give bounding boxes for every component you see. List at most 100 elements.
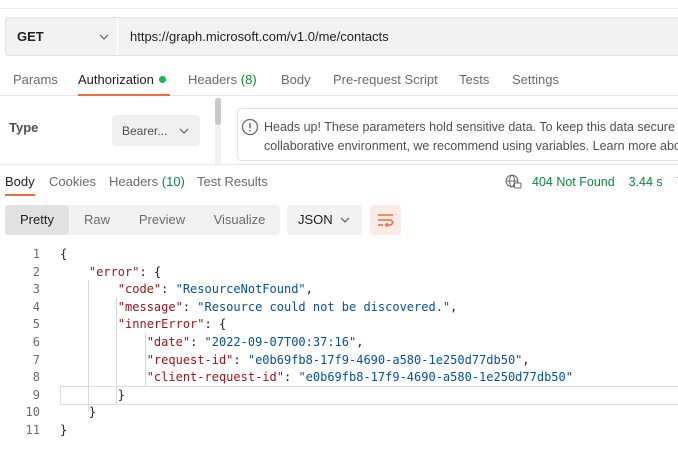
json-punctuation: {: [60, 247, 68, 261]
json-key: "message": [117, 299, 183, 314]
json-punctuation: :: [283, 370, 299, 385]
line-content: }: [60, 422, 67, 440]
tab-authorization[interactable]: Authorization: [78, 72, 166, 87]
wrap-lines-button[interactable]: [370, 205, 401, 235]
chevron-down-icon: [179, 128, 189, 134]
json-punctuation: ,: [522, 352, 530, 367]
json-string: "ResourceNotFound": [175, 282, 306, 297]
line-number: 6: [32, 335, 40, 349]
json-punctuation: :: [182, 299, 198, 314]
auth-type-value: Bearer...: [122, 123, 168, 138]
view-preview-button[interactable]: Preview: [125, 205, 199, 235]
tab-headers[interactable]: Headers (8): [188, 72, 257, 87]
line-content: "message": "Resource could not be discov…: [60, 299, 458, 317]
line-content: {: [60, 246, 67, 264]
active-tab-indicator: [78, 94, 170, 96]
tab-label: Body: [281, 72, 311, 87]
sensitive-data-notice: Heads up! These parameters hold sensitiv…: [237, 108, 678, 161]
tab-count: (8): [240, 72, 257, 87]
json-punctuation: [60, 300, 118, 314]
view-pretty-button[interactable]: Pretty: [5, 205, 69, 235]
request-bar: GET https://graph.microsoft.com/v1.0/me/…: [5, 17, 678, 56]
json-punctuation: ,: [356, 335, 364, 349]
json-punctuation: }: [60, 423, 68, 437]
json-key: "request-id": [146, 352, 234, 367]
tab-label: Test Results: [197, 174, 268, 189]
response-tab-test-results[interactable]: Test Results: [197, 174, 268, 189]
tab-body[interactable]: Body: [281, 72, 311, 87]
section-divider: [0, 164, 678, 165]
method-label: GET: [17, 29, 44, 44]
tab-label: Tests: [459, 72, 490, 87]
status-code[interactable]: 404 Not Found: [532, 175, 615, 189]
tab-params[interactable]: Params: [13, 72, 58, 87]
json-string: "e0b69fb8-17f9-4690-a580-1e250d77db50": [247, 352, 523, 367]
json-key: "client-request-id": [146, 370, 284, 385]
line-content: }: [60, 404, 96, 422]
format-value: JSON: [298, 212, 333, 227]
line-number: 9: [32, 387, 40, 402]
json-punctuation: [60, 282, 118, 296]
json-punctuation: ,: [305, 282, 313, 297]
active-response-tab-indicator: [5, 194, 35, 196]
view-visualize-button[interactable]: Visualize: [199, 205, 280, 235]
url-input[interactable]: https://graph.microsoft.com/v1.0/me/cont…: [118, 29, 389, 44]
tab-label: Body: [5, 174, 35, 189]
line-number: 10: [25, 405, 40, 420]
tab-label: Authorization: [78, 72, 154, 87]
json-punctuation: }: [60, 405, 97, 420]
view-raw-button[interactable]: Raw: [69, 205, 125, 235]
json-key: "innerError": [117, 317, 205, 332]
json-punctuation: :: [190, 335, 205, 349]
line-content: "date": "2022-09-07T00:37:16",: [60, 334, 364, 352]
tab-settings[interactable]: Settings: [512, 72, 559, 87]
line-number: 7: [32, 352, 40, 367]
json-punctuation: [60, 370, 147, 384]
globe-network-icon[interactable]: [505, 174, 522, 189]
method-select[interactable]: GET: [6, 18, 118, 55]
json-punctuation: : {: [204, 317, 227, 332]
response-time[interactable]: 3.44 s: [629, 175, 663, 189]
notice-text: Heads up! These parameters hold sensitiv…: [264, 118, 678, 156]
json-punctuation: :: [161, 282, 176, 297]
tab-label: Cookies: [49, 174, 96, 189]
json-punctuation: [60, 353, 147, 367]
line-number: 11: [25, 423, 40, 437]
tab-label: Headers: [109, 174, 159, 189]
chevron-down-icon: [340, 217, 350, 223]
format-select[interactable]: JSON: [287, 205, 362, 235]
json-string: "2022-09-07T00:37:16": [204, 335, 357, 349]
wrap-lines-icon: [378, 214, 394, 228]
json-punctuation: }: [60, 387, 126, 402]
line-number: 5: [32, 317, 40, 332]
notice-line: collaborative environment, we recommend …: [264, 139, 678, 153]
tab-tests[interactable]: Tests: [459, 72, 489, 87]
tab-pre-request-script[interactable]: Pre-request Script: [333, 72, 438, 87]
line-content: "innerError": {: [60, 316, 226, 334]
response-tab-body[interactable]: Body: [5, 174, 35, 189]
scrollbar-thumb[interactable]: [215, 98, 221, 125]
view-mode-group: Pretty Raw Preview Visualize: [5, 205, 280, 235]
json-key: "date": [146, 335, 191, 349]
auth-type-select[interactable]: Bearer...: [112, 115, 200, 146]
line-content: }: [60, 387, 125, 405]
info-icon: [241, 118, 259, 136]
status-dot: [158, 76, 166, 83]
chevron-down-icon: [99, 34, 109, 40]
line-content: "error": {: [60, 264, 161, 282]
current-line-highlight: [60, 386, 678, 405]
response-tab-headers[interactable]: Headers (10): [109, 174, 185, 189]
line-content: "code": "ResourceNotFound",: [60, 281, 313, 299]
json-punctuation: [60, 265, 89, 279]
json-key: "error": [88, 264, 140, 279]
auth-type-label: Type: [9, 120, 39, 135]
json-punctuation: ,: [450, 299, 458, 314]
json-string: "Resource could not be discovered.": [197, 299, 451, 314]
response-tab-cookies[interactable]: Cookies: [49, 174, 96, 189]
line-number: 8: [32, 370, 40, 385]
tab-count: (10): [161, 174, 185, 189]
json-punctuation: [60, 335, 147, 349]
line-content: "client-request-id": "e0b69fb8-17f9-4690…: [60, 369, 573, 387]
request-tabs: Params Authorization Headers (8) Body Pr…: [0, 62, 678, 96]
json-string: "e0b69fb8-17f9-4690-a580-1e250d77db50": [298, 370, 573, 385]
